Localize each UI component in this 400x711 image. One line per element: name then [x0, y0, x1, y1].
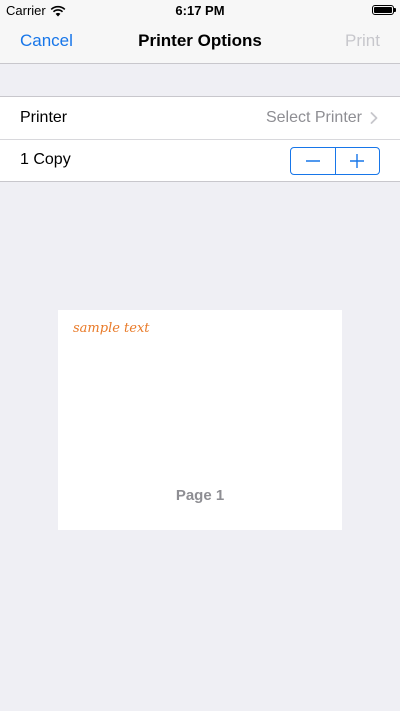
- chevron-right-icon: [370, 112, 378, 124]
- page-number-label: Page 1: [175, 487, 225, 504]
- printer-options-table: Printer Select Printer 1 Copy: [0, 96, 400, 182]
- printer-value: Select Printer: [265, 109, 362, 126]
- battery-icon: [372, 5, 396, 15]
- page-preview[interactable]: sample text Page 1: [58, 310, 342, 530]
- copies-stepper[interactable]: [290, 147, 380, 175]
- print-button[interactable]: Print: [345, 31, 380, 51]
- decrement-button[interactable]: [291, 148, 335, 174]
- navigation-bar: Cancel Printer Options Print: [0, 20, 400, 64]
- clock: 6:17 PM: [175, 3, 225, 18]
- printer-label: Printer: [20, 109, 68, 126]
- page-title: Printer Options: [138, 31, 262, 50]
- increment-button[interactable]: [334, 148, 380, 174]
- plus-icon: [350, 154, 365, 168]
- minus-icon: [305, 160, 320, 162]
- sample-text: sample text: [73, 321, 150, 336]
- copies-row: 1 Copy: [0, 139, 400, 181]
- printer-row[interactable]: Printer Select Printer: [0, 97, 400, 139]
- status-bar: Carrier 6:17 PM: [0, 0, 400, 20]
- copies-label: 1 Copy: [20, 151, 71, 168]
